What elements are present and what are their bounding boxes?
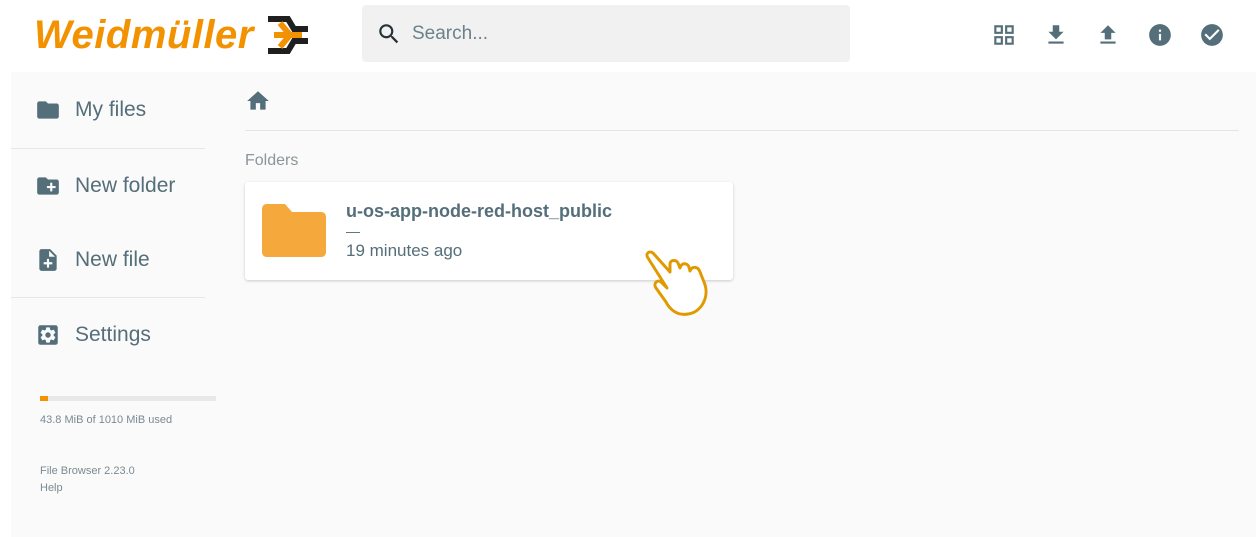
sidebar-item-label: New file — [75, 248, 150, 271]
folder-modified: 19 minutes ago — [346, 241, 463, 260]
settings-icon — [38, 325, 58, 345]
sidebar-item-new-folder[interactable]: New folder — [11, 158, 205, 214]
sidebar: My files New folder New file Settings 43… — [11, 72, 216, 537]
folder-icon — [37, 101, 59, 119]
header: Weidmüller — [0, 0, 1256, 70]
quota-text: 43.8 MiB of 1010 MiB used — [40, 414, 173, 426]
main-content: Folders u-os-app-node-red-host_public — … — [245, 72, 1245, 537]
sidebar-item-label: Settings — [75, 323, 151, 346]
breadcrumb — [245, 86, 271, 116]
download-icon — [1048, 25, 1064, 44]
download-button[interactable] — [1030, 18, 1082, 52]
search-input[interactable] — [412, 22, 832, 45]
quota-progress-bar — [40, 396, 216, 401]
help-link[interactable]: Help — [40, 480, 135, 497]
search-box[interactable] — [362, 5, 850, 62]
sidebar-divider — [11, 148, 205, 149]
quota-progress-fill — [40, 396, 48, 401]
home-icon[interactable] — [245, 88, 271, 114]
sidebar-item-settings[interactable]: Settings — [11, 307, 205, 363]
page-area: My files New folder New file Settings 43… — [11, 72, 1256, 537]
brand-mark-icon — [267, 16, 308, 54]
folder-size: — — [346, 223, 360, 239]
credits: File Browser 2.23.0 Help — [40, 463, 135, 497]
brand-logo[interactable]: Weidmüller — [34, 10, 312, 60]
search-icon — [379, 23, 399, 43]
create-new-folder-icon — [37, 177, 59, 195]
folder-icon — [262, 204, 326, 257]
note-add-icon — [39, 249, 57, 271]
check-circle-icon — [1201, 24, 1223, 46]
sidebar-item-label: New folder — [75, 174, 176, 197]
sidebar-item-my-files[interactable]: My files — [11, 82, 205, 138]
switch-view-button[interactable] — [978, 18, 1030, 52]
upload-button[interactable] — [1082, 18, 1134, 52]
header-actions — [978, 18, 1238, 52]
select-multiple-button[interactable] — [1186, 18, 1238, 52]
sidebar-item-label: My files — [75, 98, 147, 121]
brand-name: Weidmüller — [34, 13, 254, 57]
version-text: File Browser 2.23.0 — [40, 465, 135, 477]
sidebar-item-new-file[interactable]: New file — [11, 232, 205, 288]
switch-view-icon — [994, 25, 1014, 45]
folder-name: u-os-app-node-red-host_public — [346, 201, 612, 221]
section-title: Folders — [245, 152, 299, 169]
info-icon — [1149, 24, 1171, 46]
upload-icon — [1100, 25, 1116, 44]
info-button[interactable] — [1134, 18, 1186, 52]
sidebar-divider — [11, 297, 205, 298]
pointer-hand-icon — [645, 250, 708, 316]
breadcrumb-divider — [245, 130, 1239, 131]
